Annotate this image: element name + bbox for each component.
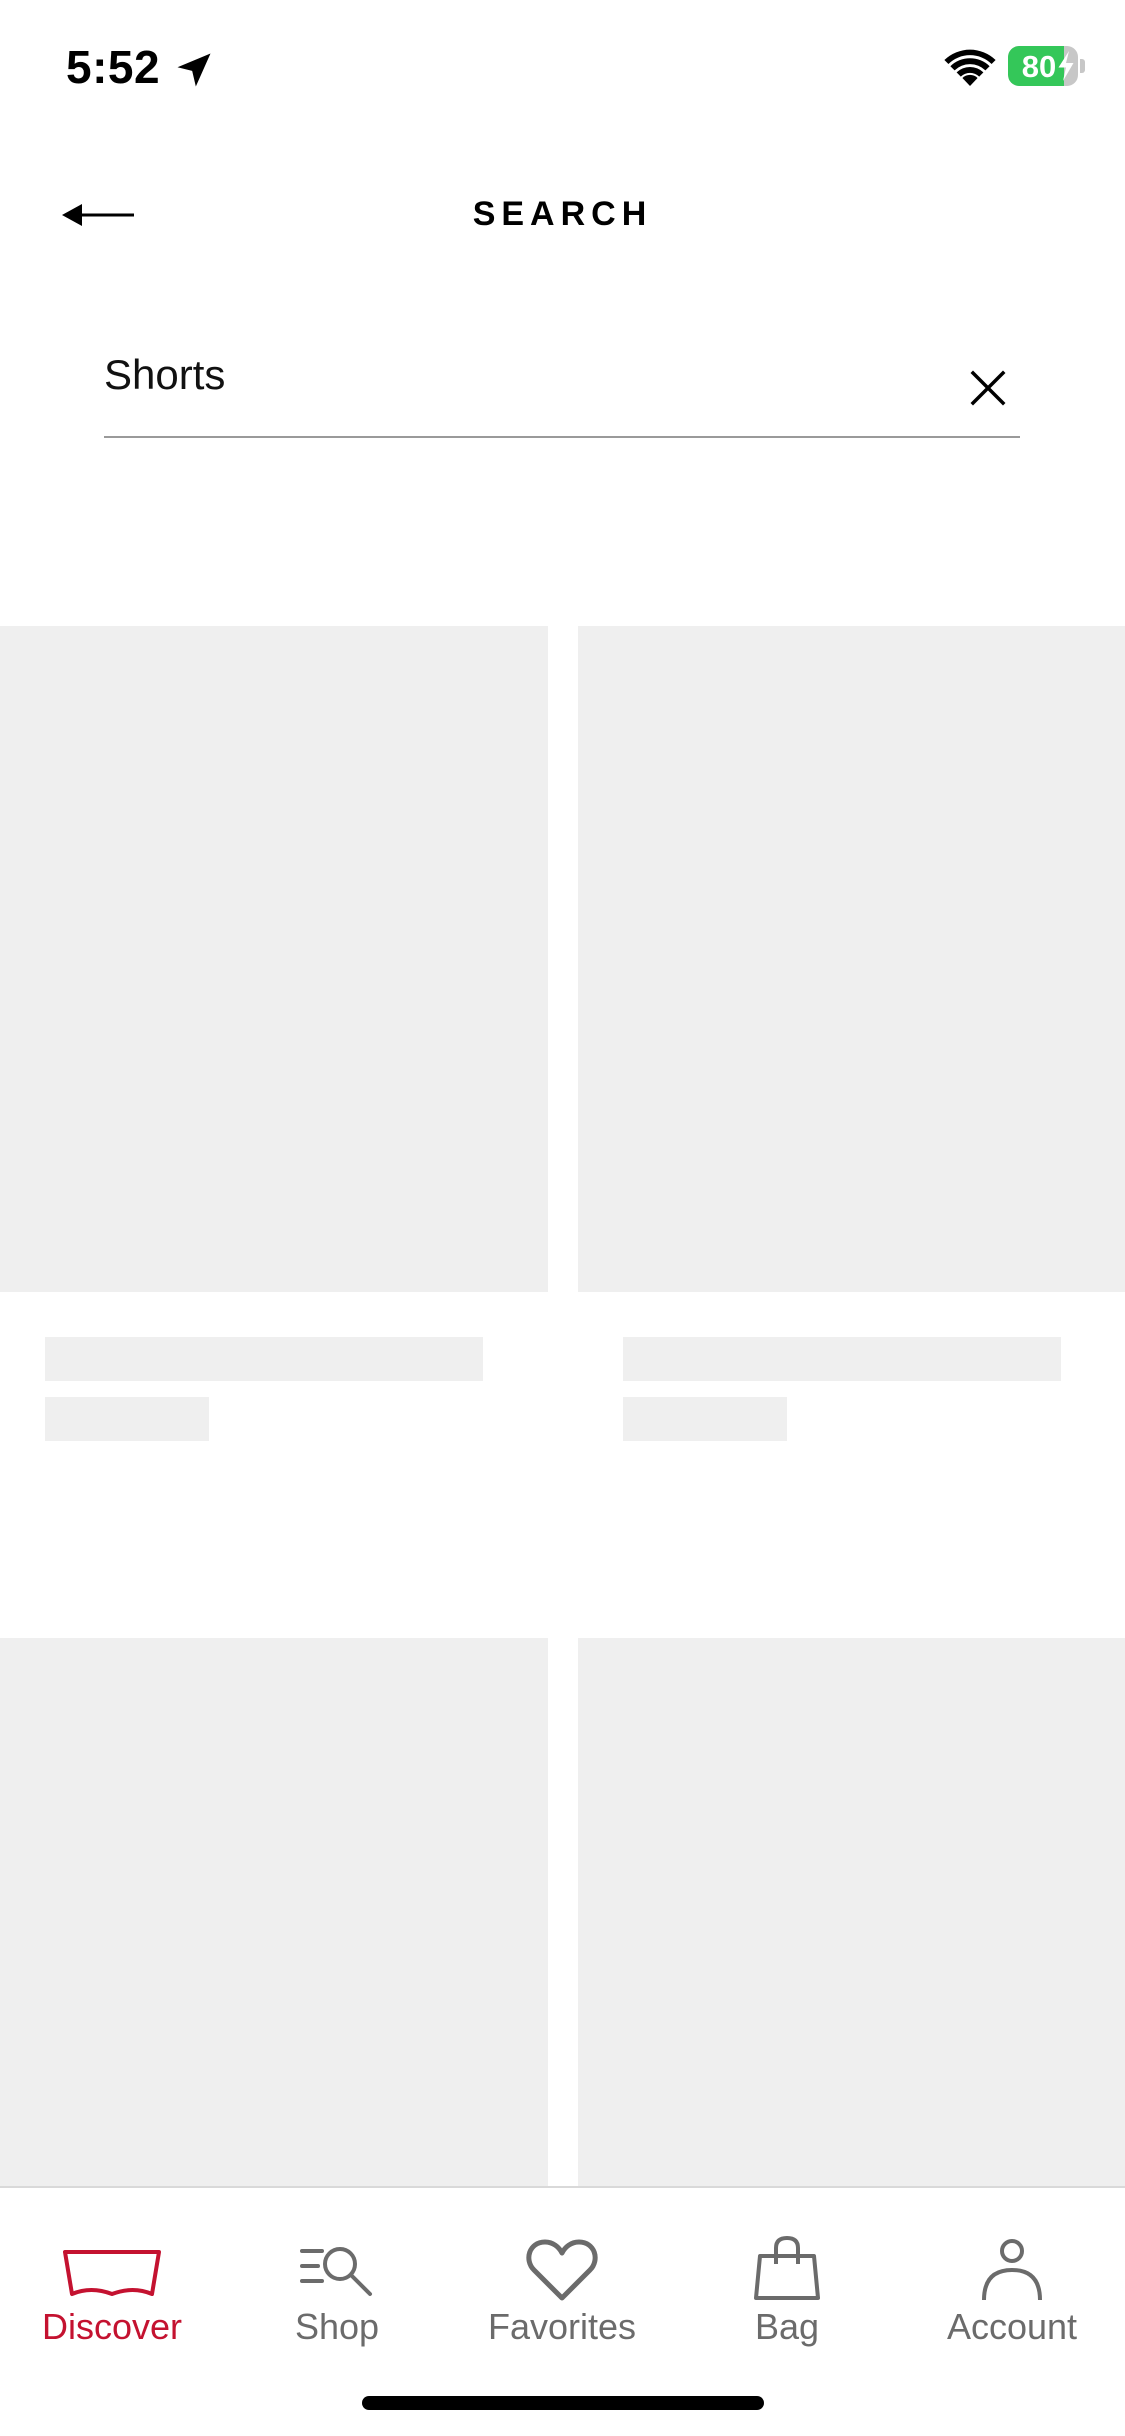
battery-indicator: 80 [1008,46,1085,86]
heart-icon [526,2239,598,2301]
shopping-bag-icon [754,2236,820,2300]
batwing-logo-icon [63,2250,161,2296]
product-card-skeleton [578,626,1125,1441]
tab-favorites[interactable]: Favorites [462,2234,662,2364]
status-bar: 5:52 80 [0,0,1125,140]
search-field [104,340,1020,438]
product-price-placeholder [45,1397,209,1441]
product-image-placeholder [0,626,548,1292]
battery-cap [1080,59,1085,73]
clear-search-button[interactable] [962,362,1014,414]
tab-shop[interactable]: Shop [237,2234,437,2364]
tab-label: Account [946,2306,1078,2347]
close-icon [970,370,1006,406]
product-title-placeholder [45,1337,483,1381]
page-header: SEARCH [0,170,1125,260]
product-image-placeholder [578,626,1125,1292]
search-input[interactable] [104,340,944,410]
location-arrow-icon [177,53,211,87]
product-card-skeleton [0,1638,548,2186]
status-time: 5:52 [66,41,161,93]
product-card-skeleton [578,1638,1125,2186]
search-menu-icon [300,2247,372,2296]
home-indicator [362,2396,764,2410]
charging-bolt-icon [1058,51,1074,81]
tab-label: Shop [294,2306,380,2347]
page-title: SEARCH [472,195,653,233]
person-icon [982,2239,1042,2301]
product-title-placeholder [623,1337,1061,1381]
results-grid-loading [0,626,1125,2186]
tab-label: Favorites [487,2306,637,2347]
product-image-placeholder [0,1638,548,2186]
product-card-skeleton [0,626,548,1441]
product-price-placeholder [623,1397,787,1441]
tab-account[interactable]: Account [912,2234,1112,2364]
tab-bag[interactable]: Bag [687,2234,887,2364]
tab-discover[interactable]: Discover [12,2234,212,2364]
tab-label: Bag [754,2306,820,2347]
tab-label: Discover [41,2306,183,2347]
product-image-placeholder [578,1638,1125,2186]
wifi-icon [944,49,996,86]
